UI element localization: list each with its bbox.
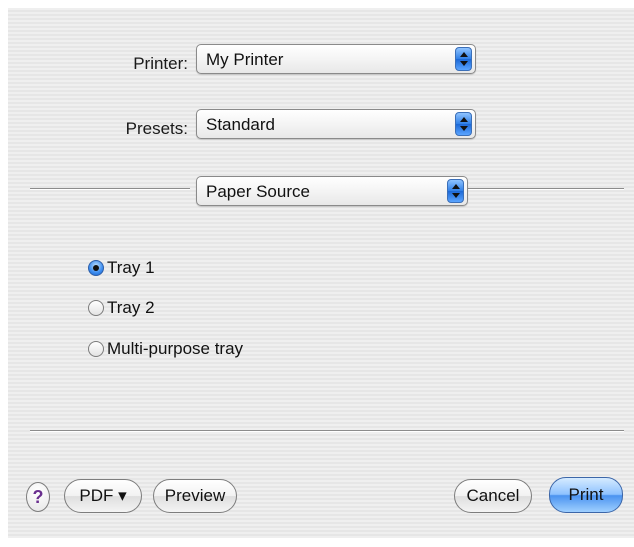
help-button[interactable]: ? xyxy=(26,482,50,512)
radio-option-tray-1[interactable]: Tray 1 xyxy=(88,257,155,279)
printer-label: Printer: xyxy=(133,54,188,73)
print-button[interactable]: Print xyxy=(549,477,623,513)
radio-option-label: Tray 2 xyxy=(107,298,155,317)
preview-button[interactable]: Preview xyxy=(153,479,237,513)
presets-popup[interactable]: Standard xyxy=(196,109,476,139)
printer-popup[interactable]: My Printer xyxy=(196,44,476,74)
radio-option-label: Multi-purpose tray xyxy=(107,339,244,358)
radio-option-label: Tray 1 xyxy=(107,258,155,277)
question-mark-icon: ? xyxy=(32,486,44,507)
printer-popup-value: My Printer xyxy=(206,50,284,69)
cancel-button[interactable]: Cancel xyxy=(454,479,532,513)
cancel-button-label: Cancel xyxy=(466,486,520,505)
radio-button[interactable] xyxy=(88,300,104,316)
panel-selector-value: Paper Source xyxy=(206,182,310,201)
up-down-arrows-icon xyxy=(455,112,472,136)
print-button-label: Print xyxy=(568,485,604,504)
preview-button-label: Preview xyxy=(164,486,226,505)
separator-right xyxy=(466,188,624,190)
up-down-arrows-icon xyxy=(455,47,472,71)
presets-label: Presets: xyxy=(125,119,188,138)
radio-button-selected[interactable] xyxy=(88,260,104,276)
up-down-arrows-icon xyxy=(447,179,464,203)
presets-popup-value: Standard xyxy=(206,115,275,134)
pdf-button-label: PDF ▾ xyxy=(79,486,127,505)
radio-button[interactable] xyxy=(88,341,104,357)
bottom-separator xyxy=(30,430,624,432)
print-dialog-panel: Printer: My Printer Presets: Standard Pa… xyxy=(8,8,634,538)
radio-option-tray-2[interactable]: Tray 2 xyxy=(88,297,155,319)
radio-option-multi-purpose-tray[interactable]: Multi-purpose tray xyxy=(88,338,243,360)
separator-left xyxy=(30,188,190,190)
pdf-button[interactable]: PDF ▾ xyxy=(64,479,142,513)
panel-selector-popup[interactable]: Paper Source xyxy=(196,176,468,206)
